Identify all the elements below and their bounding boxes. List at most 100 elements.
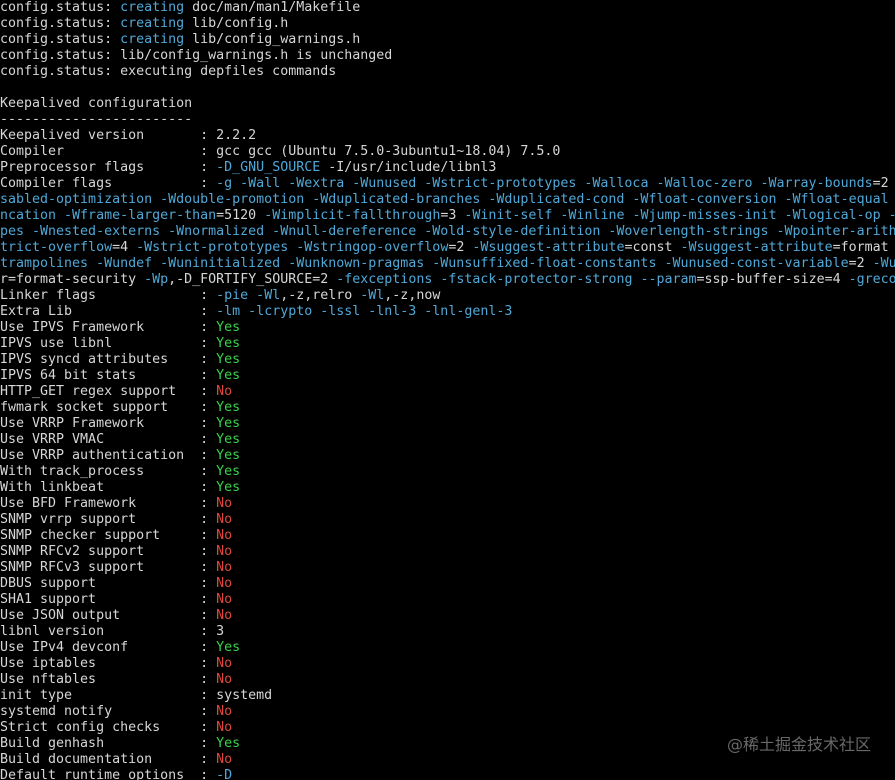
terminal-text: config.status: [0,16,121,31]
terminal-line: fwmark socket support : Yes [0,400,895,416]
terminal-text: SNMP RFCv2 support : [0,544,217,559]
terminal-text-red: No [216,608,233,623]
terminal-text-red: No [216,592,233,607]
terminal-line: pes -Wnested-externs -Wnormalized -Wnull… [0,224,895,240]
terminal-text: SNMP RFCv3 support : [0,560,217,575]
terminal-line: Preprocessor flags : -D_GNU_SOURCE -I/us… [0,160,895,176]
terminal-window[interactable]: config.status: creating doc/man/man1/Mak… [0,0,895,780]
terminal-line: With linkbeat : Yes [0,480,895,496]
terminal-line: Use nftables : No [0,672,895,688]
terminal-text: =2 [448,240,473,255]
terminal-text: IPVS 64 bit stats : [0,368,217,383]
terminal-text: ,-z,now [384,288,441,303]
terminal-line: Linker flags : -pie -Wl,-z,relro -Wl,-z,… [0,288,895,304]
terminal-text: fwmark socket support : [0,400,217,415]
terminal-line: ------------------------ [0,112,895,128]
terminal-line: Strict config checks : No [0,720,895,736]
terminal-line: config.status: creating lib/config.h [0,16,895,32]
terminal-line: SNMP RFCv2 support : No [0,544,895,560]
terminal-text: doc/man/man1/Makefile [184,0,361,15]
terminal-text-green: Yes [216,400,241,415]
terminal-output: config.status: creating doc/man/man1/Mak… [0,0,895,780]
terminal-text-green: Yes [216,320,241,335]
terminal-text: SNMP vrrp support : [0,512,217,527]
terminal-text-blue: creating [120,16,185,31]
terminal-line: Use iptables : No [0,656,895,672]
terminal-text: Build documentation : [0,752,217,767]
terminal-text: =const [624,240,681,255]
terminal-text-red: No [216,672,233,687]
terminal-text: config.status: [0,32,121,47]
terminal-text: Strict config checks : [0,720,217,735]
terminal-line: config.status: creating lib/config_warni… [0,32,895,48]
terminal-text-blue: -lm -lcrypto -lssl -lnl-3 -lnl-genl-3 [216,304,513,319]
terminal-text: Use nftables : [0,672,217,687]
terminal-text: ------------------------ [0,112,193,127]
terminal-text-red: No [216,528,233,543]
terminal-text-red: No [216,544,233,559]
terminal-line: config.status: executing depfiles comman… [0,64,895,80]
terminal-text: =4 [112,240,137,255]
terminal-text-blue: ncation -Wframe-larger-than [0,208,217,223]
terminal-text: Keepalived version : 2.2.2 [0,128,257,143]
terminal-text-blue: -Wp [144,272,169,287]
terminal-line: init type : systemd [0,688,895,704]
terminal-text-red: No [216,752,233,767]
terminal-text: Use BFD Framework : [0,496,217,511]
terminal-text-blue: trampolines -Wundef -Wuninitialized -Wun… [0,256,849,271]
terminal-text-green: Yes [216,480,241,495]
terminal-text-blue: -Wstrict-prototypes -Wstringop-overflow [136,240,449,255]
terminal-text-blue: sabled-optimization -Wdouble-promotion -… [0,192,889,207]
terminal-text: Use IPv4 devconf : [0,640,217,655]
terminal-line: IPVS 64 bit stats : Yes [0,368,895,384]
terminal-text: DBUS support : [0,576,217,591]
terminal-text: lib/config_warnings.h [184,32,361,47]
terminal-line: IPVS use libnl : Yes [0,336,895,352]
terminal-text-blue: -g -Wall -Wextra -Wunused -Wstrict-proto… [216,176,873,191]
terminal-text: SNMP checker support : [0,528,217,543]
terminal-line: HTTP_GET regex support : No [0,384,895,400]
terminal-text-blue: trict-overflow [0,240,113,255]
terminal-text-green: Yes [216,448,241,463]
terminal-line: IPVS syncd attributes : Yes [0,352,895,368]
terminal-text: SHA1 support : [0,592,217,607]
terminal-text: =2 [848,256,873,271]
terminal-text: With linkbeat : [0,480,217,495]
terminal-text: libnl version : 3 [0,624,225,639]
terminal-text: init type : systemd [0,688,273,703]
terminal-line: Use IPVS Framework : Yes [0,320,895,336]
terminal-text-blue: -Wu [872,256,895,271]
terminal-line: Use JSON output : No [0,608,895,624]
terminal-line: config.status: creating doc/man/man1/Mak… [0,0,895,16]
terminal-text: Use VRRP authentication : [0,448,217,463]
terminal-text-green: Yes [216,640,241,655]
terminal-text-red: No [216,384,233,399]
terminal-text-blue: -Winit-self -Winline -Wjump-misses-init … [464,208,895,223]
terminal-text-green: Yes [216,416,241,431]
terminal-text-blue: -Wimplicit-fallthrough [264,208,441,223]
terminal-text-green: Yes [216,432,241,447]
terminal-line: Use BFD Framework : No [0,496,895,512]
terminal-text-blue: -D_GNU_SOURCE [216,160,321,175]
terminal-line: Build documentation : No [0,752,895,768]
terminal-line: config.status: lib/config_warnings.h is … [0,48,895,64]
terminal-text: config.status: lib/config_warnings.h is … [0,48,393,63]
terminal-text-red: No [216,512,233,527]
terminal-text: Build genhash : [0,736,217,751]
terminal-line: SNMP RFCv3 support : No [0,560,895,576]
terminal-text: ,-z,relro [280,288,361,303]
terminal-text: Keepalived configuration [0,96,193,111]
terminal-text: Linker flags : [0,288,217,303]
terminal-line: SNMP vrrp support : No [0,512,895,528]
terminal-line: trampolines -Wundef -Wuninitialized -Wun… [0,256,895,272]
terminal-text-blue: creating [120,32,185,47]
terminal-text: IPVS use libnl : [0,336,217,351]
terminal-text-blue: -Wsuggest-attribute [472,240,625,255]
terminal-text-red: No [216,576,233,591]
terminal-text-green: Yes [216,736,241,751]
terminal-line: libnl version : 3 [0,624,895,640]
terminal-text: Compiler : gcc gcc (Ubuntu 7.5.0-3ubuntu… [0,144,561,159]
terminal-text: ,-D_FORTIFY_SOURCE=2 [168,272,337,287]
terminal-text: lib/config.h [184,16,289,31]
